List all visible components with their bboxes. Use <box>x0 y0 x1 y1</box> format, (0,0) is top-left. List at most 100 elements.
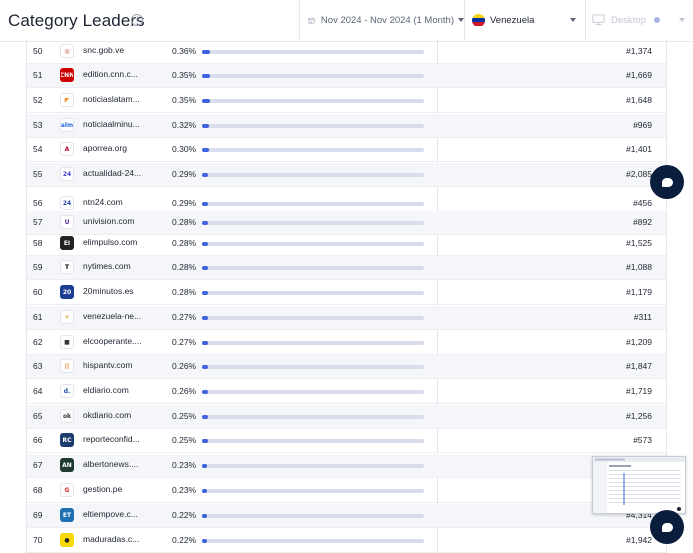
table-row[interactable]: 60 20 20minutos.es 0.28% #1,179 <box>27 281 666 305</box>
desktop-monitor-icon <box>592 14 605 26</box>
table-row[interactable]: 51 CNN edition.cnn.c... 0.35% #1,669 <box>27 64 666 88</box>
table-row[interactable]: 64 d. eldiario.com 0.26% #1,719 <box>27 380 666 404</box>
info-icon[interactable]: i <box>131 14 143 26</box>
row-global-rank: #969 <box>633 120 652 130</box>
row-rank: 55 <box>33 169 43 179</box>
row-traffic-share: 0.27% <box>172 312 197 322</box>
row-domain-link[interactable]: hispantv.com <box>83 360 132 370</box>
table-row[interactable]: 62 ■ elcooperante.... 0.27% #1,209 <box>27 331 666 355</box>
chevron-down-icon <box>679 18 685 22</box>
row-domain-link[interactable]: snc.gob.ve <box>83 45 124 55</box>
row-global-rank: #456 <box>633 198 652 208</box>
row-domain-link[interactable]: aporrea.org <box>83 143 127 153</box>
chat-widget-button[interactable] <box>650 165 684 199</box>
device-selector[interactable]: Desktop <box>586 0 693 40</box>
traffic-share-bar <box>202 173 424 177</box>
traffic-share-bar <box>202 514 424 518</box>
row-global-rank: #573 <box>633 435 652 445</box>
row-domain-link[interactable]: actualidad-24... <box>83 168 141 178</box>
table-row[interactable]: 67 AN albertonews.... 0.23% <box>27 454 666 478</box>
row-global-rank: #1,719 <box>626 386 652 396</box>
screenshot-thumbnail-preview[interactable] <box>592 456 686 514</box>
traffic-share-bar <box>202 316 424 320</box>
row-domain-link[interactable]: gestion.pe <box>83 484 122 494</box>
row-global-rank: #311 <box>633 312 652 322</box>
row-domain-link[interactable]: albertonews.... <box>83 459 138 469</box>
row-domain-link[interactable]: elcooperante.... <box>83 336 142 346</box>
row-domain-link[interactable]: reporteconfid... <box>83 434 140 444</box>
table-row[interactable]: 55 24 actualidad-24... 0.29% #2,085 <box>27 163 666 187</box>
traffic-share-bar <box>202 464 424 468</box>
table-row[interactable]: 70 ● maduradas.c... 0.22% #1,942 <box>27 529 666 553</box>
traffic-share-bar-fill <box>202 74 210 78</box>
row-domain-link[interactable]: edition.cnn.c... <box>83 69 138 79</box>
row-rank: 56 <box>33 198 43 208</box>
row-global-rank: #1,401 <box>626 144 652 154</box>
row-rank: 65 <box>33 411 43 421</box>
row-domain-link[interactable]: elimpulso.com <box>83 237 137 247</box>
reporteconfidencial-icon: RC <box>60 433 74 447</box>
hispantv-icon: || <box>60 359 74 373</box>
row-traffic-share: 0.36% <box>172 46 197 56</box>
traffic-share-bar <box>202 415 424 419</box>
row-domain-link[interactable]: ntn24.com <box>83 197 123 207</box>
traffic-share-bar <box>202 124 424 128</box>
table-row[interactable]: 53 alm noticiaalminu... 0.32% #969 <box>27 114 666 138</box>
table-row[interactable]: 52 ◤ noticiaslatam... 0.35% #1,648 <box>27 89 666 113</box>
row-global-rank: #1,179 <box>626 287 652 297</box>
date-range-picker[interactable]: Nov 2024 - Nov 2024 (1 Month) <box>300 0 464 40</box>
table-row[interactable]: 65 ok okdiario.com 0.25% #1,256 <box>27 405 666 429</box>
table-row[interactable]: 66 RC reporteconfid... 0.25% #573 <box>27 429 666 453</box>
row-domain-link[interactable]: eldiario.com <box>83 385 129 395</box>
row-traffic-share: 0.27% <box>172 337 197 347</box>
traffic-share-bar <box>202 50 424 54</box>
row-domain-link[interactable]: maduradas.c... <box>83 534 139 544</box>
traffic-share-bar <box>202 99 424 103</box>
table-row[interactable]: 68 Ggestion.pe 0.23% <box>27 479 666 503</box>
row-global-rank: #1,525 <box>626 238 652 248</box>
row-domain-link[interactable]: noticiaalminu... <box>83 119 140 129</box>
table-row[interactable]: 58 EI elimpulso.com 0.28% #1,525 <box>27 232 666 256</box>
country-selector[interactable]: Venezuela <box>465 0 585 40</box>
traffic-share-bar-fill <box>202 390 208 394</box>
row-traffic-share: 0.22% <box>172 510 197 520</box>
traffic-share-bar <box>202 242 424 246</box>
table-row[interactable]: 69ETeltiempove.c...0.22%#4,314 <box>27 504 666 528</box>
row-domain-link[interactable]: eltiempove.c... <box>83 509 138 519</box>
row-domain-link[interactable]: okdiario.com <box>83 410 131 420</box>
traffic-share-bar-fill <box>202 514 207 518</box>
page-title: Category Leaders <box>8 11 145 30</box>
calendar-icon <box>308 17 315 24</box>
row-domain-link[interactable]: noticiaslatam... <box>83 94 140 104</box>
row-traffic-share: 0.35% <box>172 70 197 80</box>
ntn24-icon: 24 <box>60 196 74 210</box>
row-domain-link[interactable]: 20minutos.es <box>83 286 134 296</box>
row-rank: 59 <box>33 262 43 272</box>
row-rank: 61 <box>33 312 43 322</box>
row-traffic-share: 0.25% <box>172 435 197 445</box>
table-row[interactable]: 54 Aaporrea.org 0.30% #1,401 <box>27 138 666 162</box>
row-traffic-share: 0.28% <box>172 238 197 248</box>
noticiaslatam-icon: ◤ <box>60 93 74 107</box>
device-status-dot <box>653 17 660 23</box>
chevron-down-icon <box>570 18 576 22</box>
table-row[interactable]: 63 || hispantv.com 0.26% #1,847 <box>27 355 666 379</box>
row-global-rank: #1,648 <box>626 95 652 105</box>
traffic-share-bar-fill <box>202 173 209 177</box>
traffic-share-bar <box>202 202 424 206</box>
traffic-share-bar-fill <box>202 464 208 468</box>
table-row[interactable]: 59 Tnytimes.com 0.28% #1,088 <box>27 256 666 280</box>
row-traffic-share: 0.28% <box>172 217 197 227</box>
row-rank: 70 <box>33 535 43 545</box>
row-rank: 68 <box>33 485 43 495</box>
row-domain-link[interactable]: univision.com <box>83 216 135 226</box>
chat-icon <box>661 177 673 187</box>
chat-widget-button[interactable] <box>650 510 684 544</box>
row-domain-link[interactable]: nytimes.com <box>83 261 131 271</box>
row-rank: 57 <box>33 217 43 227</box>
table-row[interactable]: 61 ☀ venezuela-ne... 0.27% #311 <box>27 306 666 330</box>
row-domain-link[interactable]: venezuela-ne... <box>83 311 141 321</box>
row-rank: 60 <box>33 287 43 297</box>
table-row[interactable]: 50 ◎ snc.gob.ve 0.36% #1,374 <box>27 40 666 64</box>
20minutos-icon: 20 <box>60 285 74 299</box>
